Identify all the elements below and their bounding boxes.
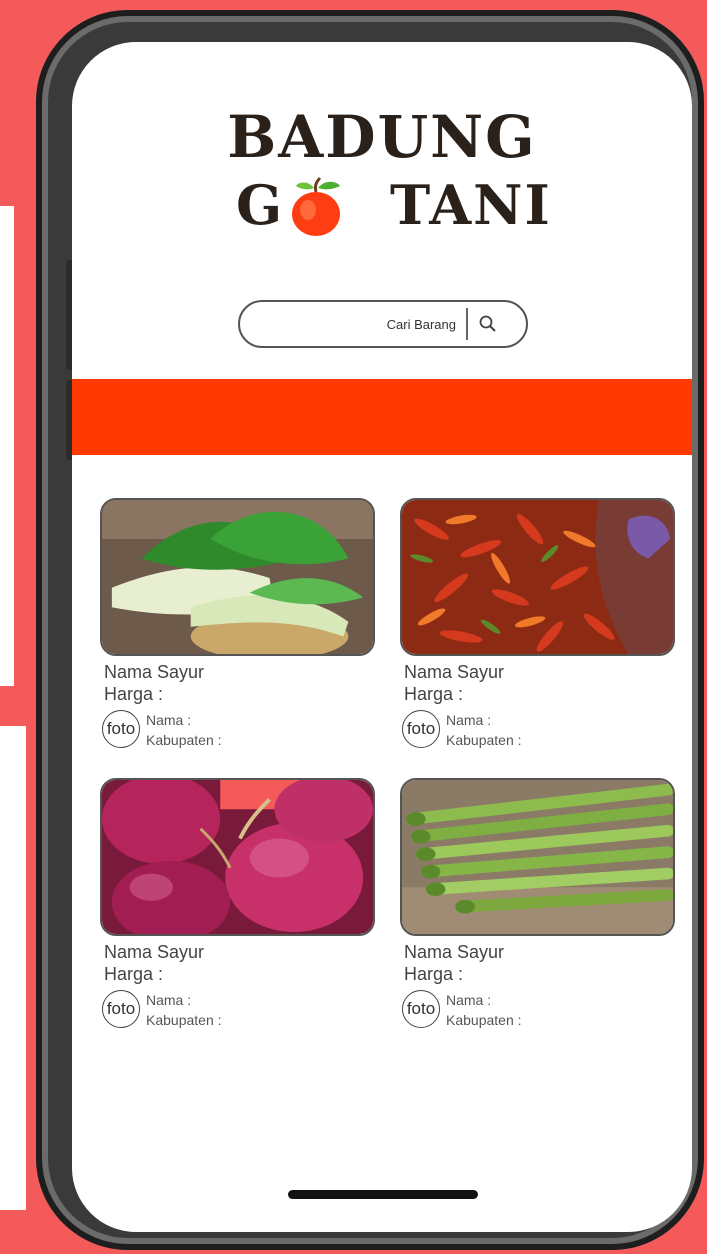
product-card[interactable]: Nama Sayur Harga : foto Nama : Kabupaten… [400,778,675,1040]
seller-avatar[interactable]: foto [402,710,440,748]
product-price: Harga : [104,684,164,704]
product-price: Harga : [104,964,164,984]
product-name: Nama Sayur [104,662,205,682]
home-indicator[interactable] [288,1190,478,1199]
logo-line-go-tani: G TANI [72,172,692,242]
product-photo-shallot[interactable] [100,778,375,936]
seller-regency: Kabupaten : [446,1012,522,1028]
seller-regency: Kabupaten : [446,732,522,748]
product-card[interactable]: Nama Sayur Harga : foto Nama : Kabupaten… [100,498,375,760]
fruit-icon [292,176,340,236]
seller-avatar[interactable]: foto [402,990,440,1028]
seller-avatar[interactable]: foto [102,710,140,748]
product-price: Harga : [404,684,464,704]
search-divider [466,308,468,340]
seller-regency: Kabupaten : [146,1012,222,1028]
product-name: Nama Sayur [404,662,505,682]
search-icon[interactable] [476,312,500,336]
seller-name: Nama : [146,992,192,1008]
search-bar[interactable] [238,300,528,348]
search-input[interactable] [254,310,458,338]
product-photo-bok-choy[interactable] [100,498,375,656]
background-panel-left [0,206,14,686]
logo-text-tani: TANI [390,173,552,237]
logo-text-badung: BADUNG [227,103,537,171]
seller-avatar[interactable]: foto [102,990,140,1028]
promo-banner[interactable] [72,379,692,455]
app-screen: BADUNG G TANI Cari Barang Nama Sayur Har… [72,42,692,1232]
logo-text-g: G [236,173,283,237]
product-photo-asparagus[interactable] [400,778,675,936]
product-card[interactable]: Nama Sayur Harga : foto Nama : Kabupaten… [400,498,675,760]
seller-name: Nama : [446,712,492,728]
product-photo-red-chili[interactable] [400,498,675,656]
background-panel-left-lower [0,726,26,1210]
seller-name: Nama : [446,992,492,1008]
seller-name: Nama : [146,712,192,728]
product-name: Nama Sayur [404,942,505,962]
app-logo: BADUNG G TANI [72,104,692,242]
product-card[interactable]: Nama Sayur Harga : foto Nama : Kabupaten… [100,778,375,1040]
product-price: Harga : [404,964,464,984]
product-name: Nama Sayur [104,942,205,962]
seller-regency: Kabupaten : [146,732,222,748]
